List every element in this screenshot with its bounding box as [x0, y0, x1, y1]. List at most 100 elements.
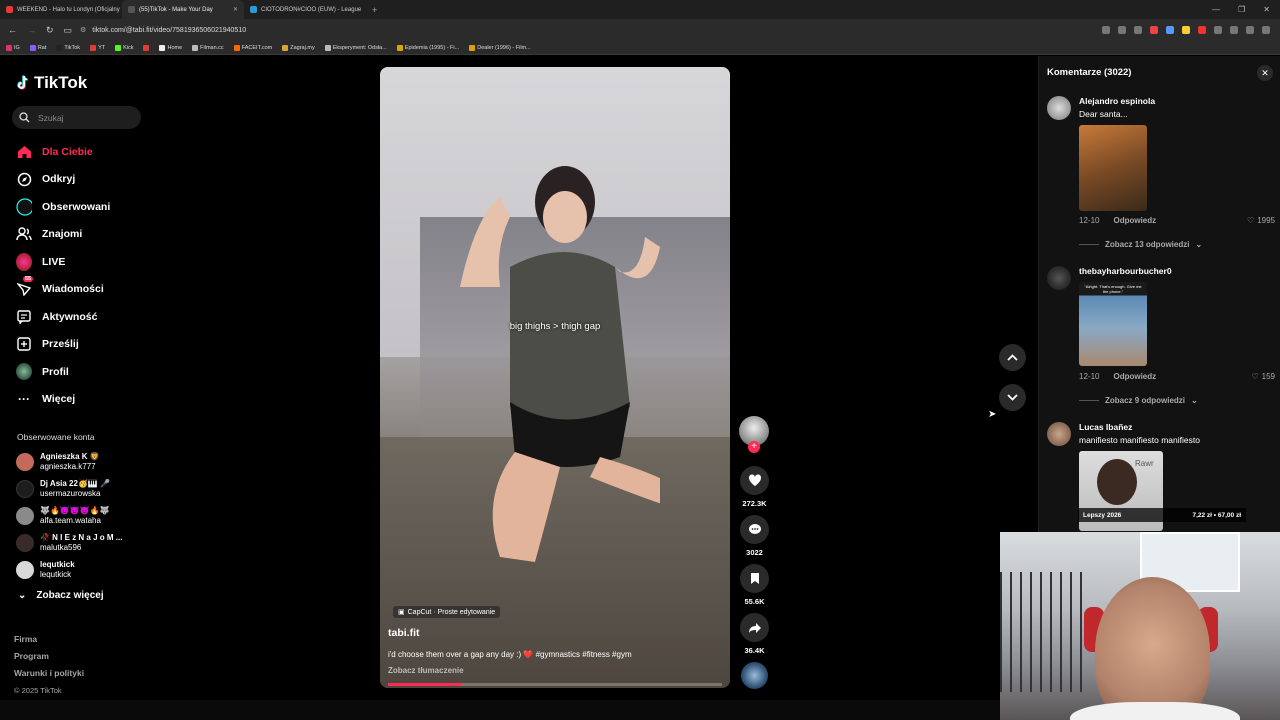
- bookmark[interactable]: Zagraj.my: [282, 44, 315, 51]
- previous-video-button[interactable]: [999, 344, 1026, 371]
- extension-icon[interactable]: [1198, 26, 1206, 34]
- sidebar-item-live[interactable]: LIVE: [16, 248, 156, 276]
- tiktok-logo[interactable]: TikTok: [16, 73, 87, 93]
- kick-icon: [115, 44, 122, 51]
- next-video-button[interactable]: [999, 384, 1026, 411]
- footer-link[interactable]: Program: [14, 648, 84, 665]
- following-account[interactable]: lequtkick lequtkick: [16, 556, 146, 583]
- bookmark-page-icon[interactable]: ▭: [64, 25, 73, 36]
- comment-author[interactable]: Lucas Ibañez: [1079, 422, 1132, 432]
- footer-link[interactable]: Firma: [14, 631, 84, 648]
- new-tab-icon[interactable]: +: [366, 5, 383, 15]
- bookmark[interactable]: Eksperyment: Odsła...: [324, 44, 387, 51]
- sidebar-item-profil[interactable]: Profil: [16, 358, 156, 386]
- bookmark[interactable]: Rat: [29, 44, 46, 51]
- see-more-button[interactable]: ⌄ Zobacz więcej: [18, 590, 104, 601]
- search-icon: [19, 112, 30, 123]
- tiktok-icon: [56, 44, 63, 51]
- view-replies-button[interactable]: Zobacz 13 odpowiedzi ⌄: [1079, 240, 1202, 249]
- like-button[interactable]: 272.3K: [739, 466, 770, 508]
- extension-icon[interactable]: [1166, 26, 1174, 34]
- sidebar-item-aktywnosc[interactable]: Aktywność: [16, 303, 156, 331]
- footer-link[interactable]: Warunki i polityki: [14, 665, 84, 682]
- sidebar-item-znajomi[interactable]: Znajomi: [16, 221, 156, 249]
- comment-button[interactable]: 3022: [739, 515, 770, 557]
- chevron-down-icon: [1007, 394, 1018, 401]
- profile-icon: [16, 363, 32, 381]
- capcut-badge[interactable]: ▣ CapCut · Proste edytowanie: [393, 606, 501, 618]
- bookmark[interactable]: TikTok: [56, 44, 80, 51]
- sidebar-item-odkryj[interactable]: Odkryj: [16, 166, 156, 194]
- comment-like-button[interactable]: ♡ 159: [1251, 372, 1275, 381]
- bookmark[interactable]: IG: [6, 44, 20, 51]
- extension-icons: [1102, 26, 1280, 34]
- bookmark[interactable]: YT: [90, 44, 105, 51]
- extension-icon[interactable]: [1134, 26, 1142, 34]
- sidebar-item-przeslij[interactable]: Prześlij: [16, 331, 156, 359]
- reload-icon[interactable]: ↻: [46, 25, 54, 36]
- music-disc-icon[interactable]: [741, 662, 768, 689]
- menu-icon[interactable]: [1262, 26, 1270, 34]
- forward-icon[interactable]: →: [27, 25, 36, 36]
- view-replies-button[interactable]: Zobacz 9 odpowiedzi ⌄: [1079, 396, 1198, 405]
- browser-tab[interactable]: WEEKEND - Halo tu Londyn (Oficjalny: [0, 0, 122, 19]
- browser-tab[interactable]: CIOTODRON#CIOO (EUW) - League ✕: [244, 0, 366, 19]
- search-input[interactable]: Szukaj: [12, 106, 141, 129]
- site-info-icon[interactable]: ⚙: [80, 26, 86, 34]
- comment-author[interactable]: thebayharbourbucher0: [1079, 266, 1172, 276]
- following-account[interactable]: Dj Asia 22🥳🎹 🎤 usermazurowska: [16, 475, 146, 502]
- video-player[interactable]: big thighs > thigh gap ▣ CapCut · Proste…: [380, 67, 730, 688]
- extension-icon[interactable]: [1230, 26, 1238, 34]
- league-favicon-icon: [250, 6, 257, 13]
- tiktok-favicon-icon: [128, 6, 135, 13]
- bookmark[interactable]: Filman.cc: [192, 44, 224, 51]
- sidebar-item-wiadomosci[interactable]: 55 Wiadomości: [16, 276, 156, 304]
- share-button[interactable]: 36.4K: [739, 613, 770, 655]
- extension-icon[interactable]: [1102, 26, 1110, 34]
- reply-button[interactable]: Odpowiedz: [1113, 372, 1156, 381]
- url-field[interactable]: tiktok.com/@tabi.fit/video/7581936506021…: [92, 27, 246, 34]
- extension-icon[interactable]: [1118, 26, 1126, 34]
- streamer-shirt: [1070, 702, 1240, 720]
- close-comments-button[interactable]: ✕: [1257, 65, 1273, 81]
- following-account[interactable]: 🐺🔥😈😈😈🔥🐺 alfa.team.wataha: [16, 502, 146, 529]
- bookmark[interactable]: Epidemia (1995) - Fi...: [396, 44, 459, 51]
- comment-image[interactable]: [1079, 125, 1147, 211]
- extension-icon[interactable]: [1182, 26, 1190, 34]
- extension-icon[interactable]: [1214, 26, 1222, 34]
- sidebar-item-wiecej[interactable]: ··· Więcej: [16, 386, 156, 414]
- bookmark[interactable]: Dealer (1996) - Film...: [469, 44, 531, 51]
- reply-button[interactable]: Odpowiedz: [1113, 216, 1156, 225]
- following-account[interactable]: Agnieszka K 🦁 agnieszka.k777: [16, 448, 146, 475]
- comment-like-button[interactable]: ♡ 1995: [1247, 216, 1275, 225]
- see-translation-link[interactable]: Zobacz tłumaczenie: [388, 666, 464, 675]
- comment-meta: 12-10 Odpowiedz ♡ 1995: [1079, 216, 1275, 225]
- bookmark[interactable]: Kick: [115, 44, 133, 51]
- bookmark[interactable]: Home: [159, 44, 182, 51]
- minimize-icon[interactable]: —: [1212, 5, 1220, 14]
- save-button[interactable]: 55.6K: [739, 564, 770, 606]
- sidebar-item-obserwowani[interactable]: Obserwowani: [16, 193, 156, 221]
- bookmark[interactable]: [143, 44, 150, 51]
- video-author[interactable]: tabi.fit: [388, 627, 420, 639]
- comment-author[interactable]: Alejandro espinola: [1079, 96, 1155, 106]
- following-account[interactable]: 🥀 N I E z N a J o M ... malutka596: [16, 529, 146, 556]
- restore-icon[interactable]: ❐: [1238, 5, 1245, 14]
- comment-image[interactable]: "Alright. That's enough. Give me the pho…: [1079, 282, 1147, 366]
- avatar[interactable]: [1047, 96, 1071, 120]
- bookmark[interactable]: FACEIT.com: [233, 44, 272, 51]
- avatar[interactable]: [1047, 266, 1071, 290]
- close-window-icon[interactable]: ✕: [1263, 5, 1270, 14]
- messages-icon: 55: [16, 276, 34, 297]
- extension-icon[interactable]: [1150, 26, 1158, 34]
- sidebar-item-dla-ciebie[interactable]: Dla Ciebie: [16, 138, 156, 166]
- divider: [1079, 400, 1099, 401]
- avatar[interactable]: [1047, 422, 1071, 446]
- extension-icon[interactable]: [1246, 26, 1254, 34]
- comment-date: 12-10: [1079, 216, 1100, 225]
- close-tab-icon[interactable]: ✕: [233, 6, 238, 13]
- browser-tab-active[interactable]: (55)TikTok - Make Your Day ✕: [122, 0, 244, 19]
- follow-plus-icon[interactable]: +: [748, 441, 760, 453]
- back-icon[interactable]: ←: [8, 25, 17, 36]
- video-progress-bar[interactable]: [388, 683, 722, 686]
